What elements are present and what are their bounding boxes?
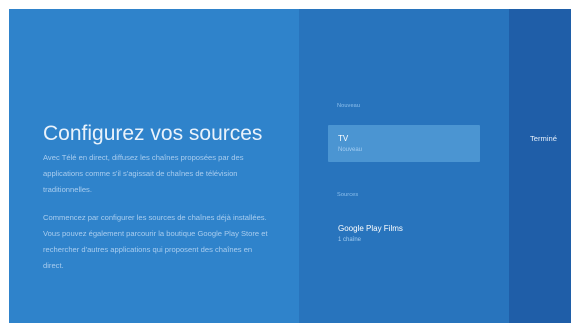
source-item-subtitle: 1 chaîne bbox=[338, 237, 362, 243]
page-title: Configurez vos sources bbox=[43, 122, 263, 145]
source-item-title: Google Play Films bbox=[338, 224, 403, 233]
source-item-subtitle: Nouveau bbox=[338, 147, 363, 153]
done-button[interactable]: Terminé bbox=[530, 134, 557, 143]
source-item-title: TV bbox=[338, 134, 349, 143]
sources-list-pane bbox=[299, 9, 509, 323]
intro-pane: Configurez vos sources Avec Télé en dire… bbox=[9, 9, 299, 323]
live-channels-setup-screen: Configurez vos sources Avec Télé en dire… bbox=[9, 9, 571, 323]
section-header-new: Nouveau bbox=[337, 103, 361, 109]
source-item-tv[interactable]: TV Nouveau bbox=[328, 125, 480, 162]
intro-description: Avec Télé en direct, diffusez les chaîne… bbox=[43, 153, 244, 194]
section-header-sources: Sources bbox=[337, 192, 359, 198]
source-item-google-play-films[interactable]: Google Play Films 1 chaîne bbox=[328, 215, 480, 252]
setup-instructions: Commencez par configurer les sources de … bbox=[43, 213, 268, 270]
actions-pane bbox=[509, 9, 571, 323]
